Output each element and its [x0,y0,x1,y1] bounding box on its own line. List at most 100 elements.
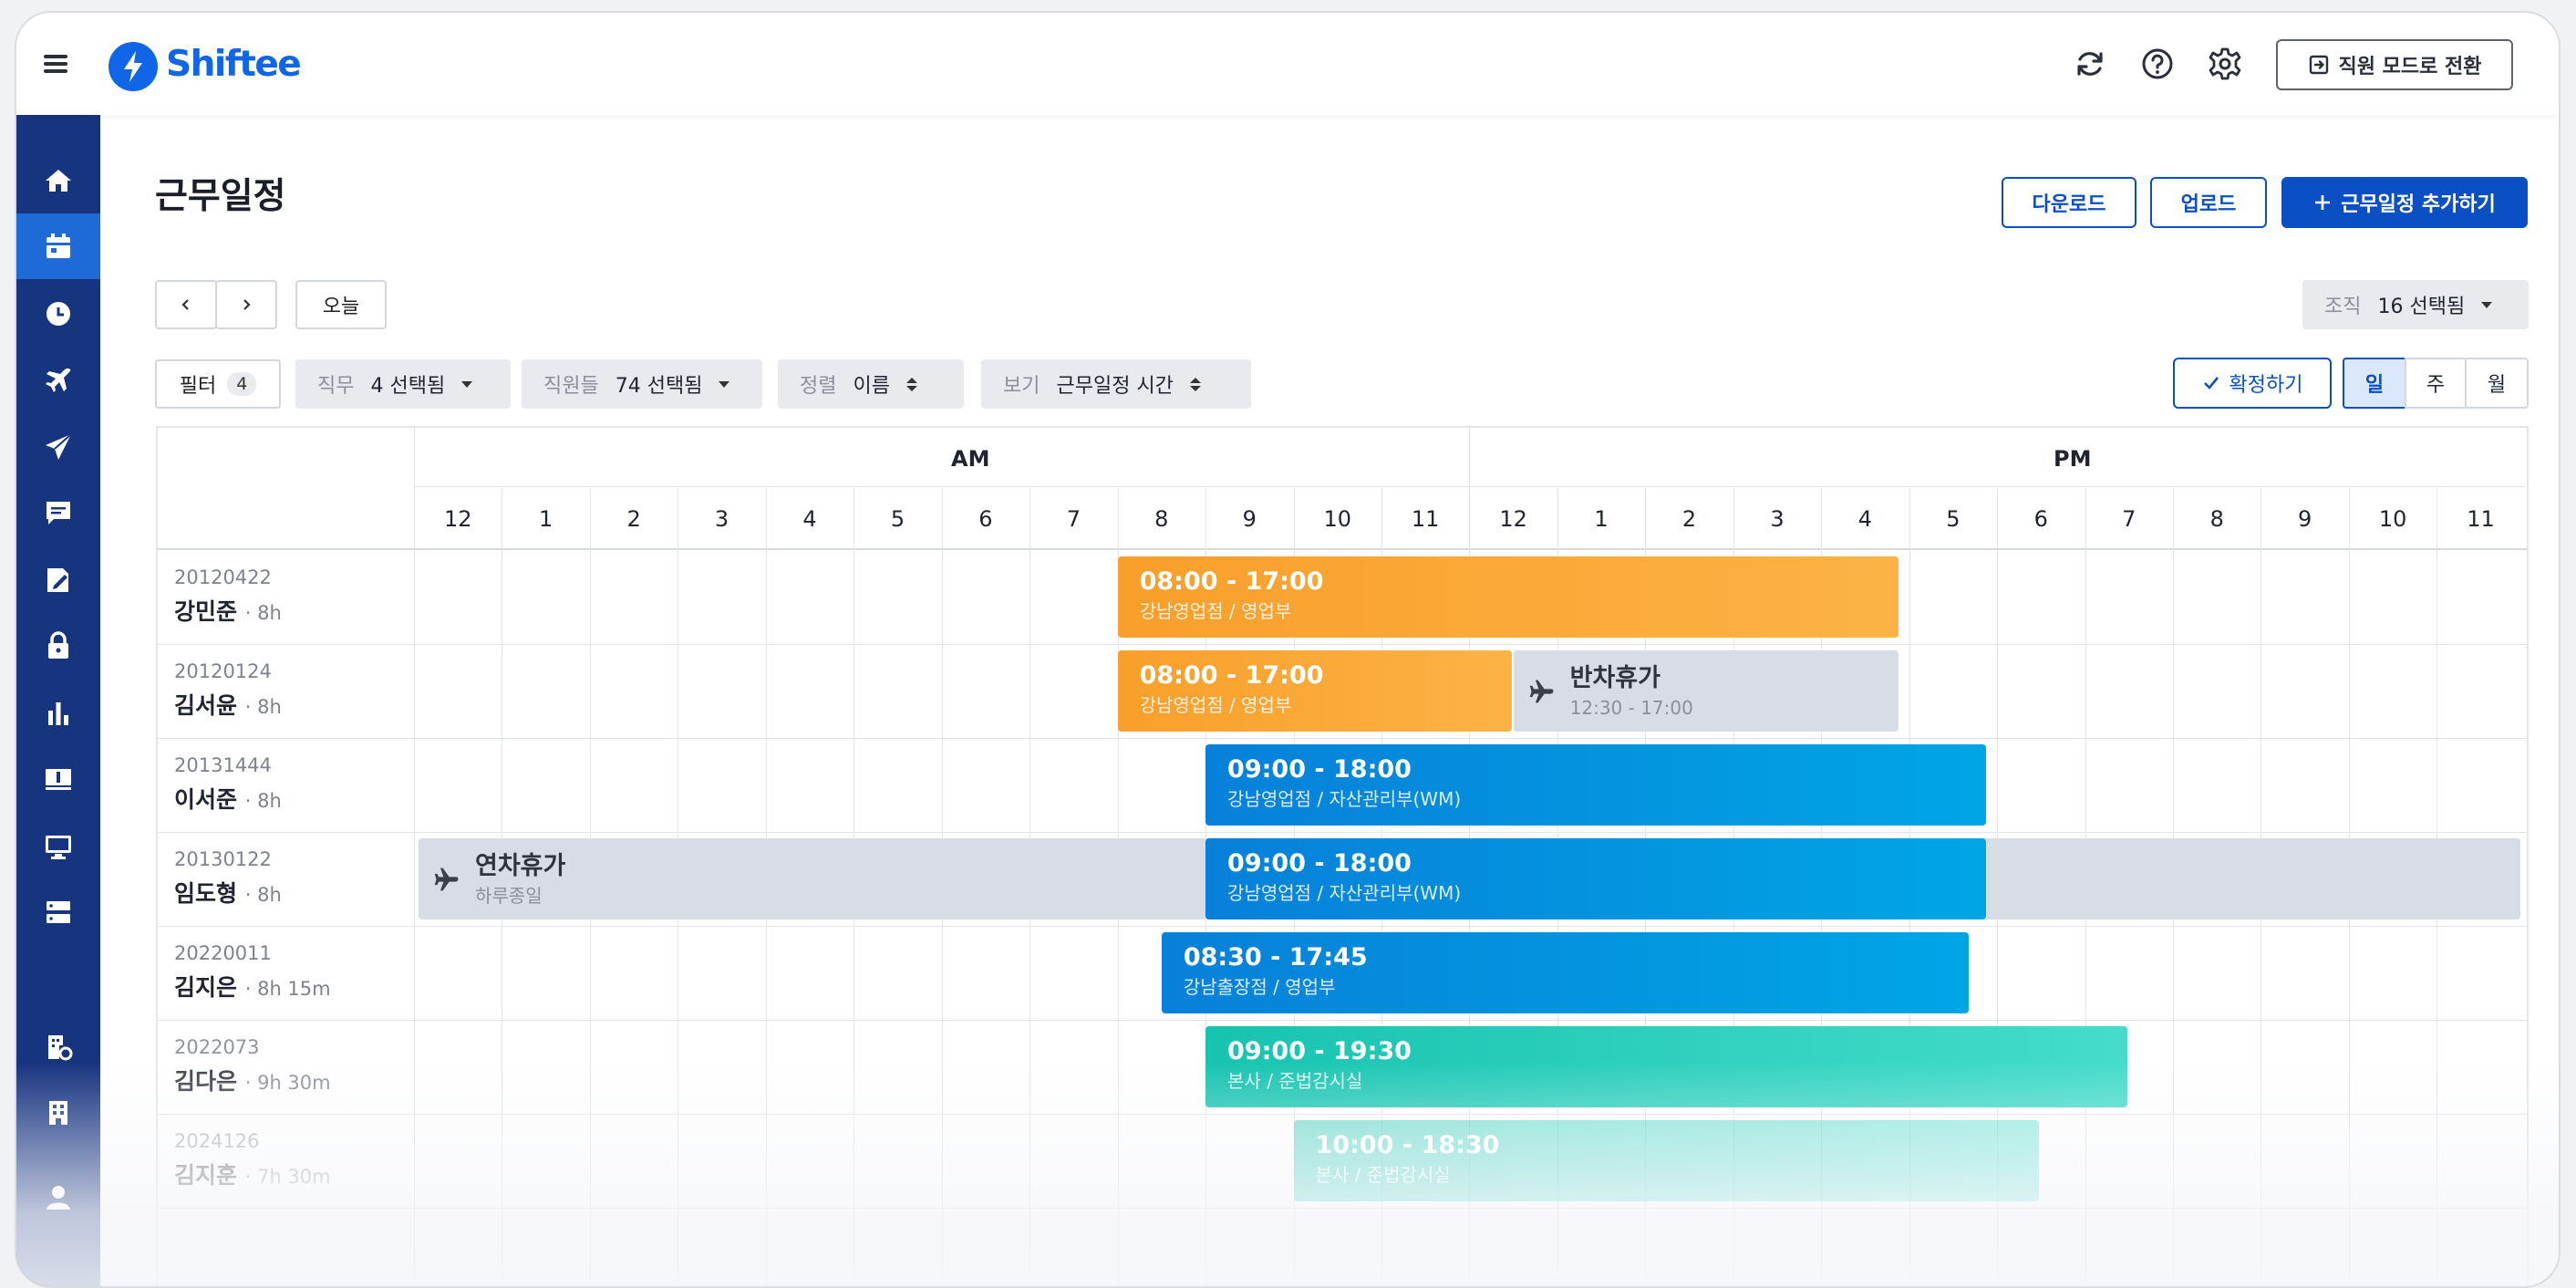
top-bar: Shiftee 직원 모드로 전환 [16,13,2559,115]
shift-place: 본사 / 준법감시실 [1227,1070,1363,1092]
shift-time: 09:00 - 18:00 [1227,849,1412,878]
employee-row-label[interactable]: 20120422 강민준 · 8h [174,566,282,627]
employee-hours: · 9h 30m [244,1072,331,1094]
employee-hours: · 8h [244,884,282,906]
sort-selector[interactable]: 정렬 이름 [778,359,964,409]
nav-schedule[interactable] [16,213,100,279]
nav-security[interactable] [16,613,100,679]
nav-profile[interactable] [16,1164,100,1230]
caret-down-icon [461,380,473,388]
nav-leave[interactable] [16,347,100,412]
main-content: 근무일정 다운로드 업로드 근무일정 추가하기 오늘 조직 16 선택됨 필터 … [100,115,2559,1286]
side-nav [16,115,100,1286]
row-gridline [158,1208,2527,1209]
hour-label: 7 [2122,506,2136,532]
shift-text: 10:00 - 18:30 본사 / 준법감시실 [1316,1131,2018,1186]
shift-block[interactable]: 08:30 - 17:45 강남출장점 / 영업부 [1161,932,1970,1013]
shift-place: 강남출장점 / 영업부 [1183,976,1336,998]
shift-block[interactable]: 10:00 - 18:30 본사 / 준법감시실 [1293,1120,2040,1201]
shift-text: 09:00 - 19:30 본사 / 준법감시실 [1227,1037,2105,1092]
help-icon[interactable] [2139,46,2176,82]
am-label: AM [951,446,990,472]
shift-text: 08:00 - 17:00 강남영업점 / 영업부 [1140,661,1490,716]
employee-id: 2024126 [174,1130,260,1152]
hour-label: 3 [714,506,729,532]
job-filter[interactable]: 직무 4 선택됨 [295,359,511,409]
nav-payroll[interactable] [16,746,100,812]
next-day-button[interactable] [215,280,277,329]
nav-organization[interactable] [16,1080,100,1146]
nav-attendance[interactable] [16,281,100,347]
shift-block[interactable]: 08:00 - 17:00 강남영업점 / 영업부 [1117,556,1898,638]
shift-block[interactable]: 08:00 - 17:00 강남영업점 / 영업부 [1117,650,1512,732]
nav-requests[interactable] [16,414,100,480]
employee-name-line: 임도형 · 8h [174,876,282,909]
row-gridline [158,926,2527,927]
nav-statistics[interactable] [16,680,100,746]
prev-day-button[interactable] [155,280,217,329]
hour-label: 2 [1681,506,1697,532]
shift-place: 강남영업점 / 영업부 [1139,694,1292,716]
nav-messages[interactable] [16,480,100,545]
calendar-icon [47,234,70,258]
employee-name-line: 김지훈 · 7h 30m [174,1158,331,1190]
hour-label: 9 [2298,506,2312,532]
shift-block[interactable]: 09:00 - 18:00 강남영업점 / 자산관리부(WM) [1205,744,1987,826]
hour-label: 5 [1946,506,1960,532]
view-mode-month[interactable]: 월 [2465,358,2529,409]
employee-id: 20130122 [174,848,272,870]
leave-block[interactable]: 반차휴가 12:30 - 17:00 [1513,650,1898,732]
caret-down-icon [2481,301,2493,308]
add-schedule-button[interactable]: 근무일정 추가하기 [2281,177,2528,228]
view-mode-week[interactable]: 주 [2405,358,2467,409]
hour-label: 7 [1066,506,1081,532]
chevron-left-icon [181,299,189,310]
filter-button[interactable]: 필터 4 [155,359,281,409]
airplane-icon [434,867,459,890]
confirm-button[interactable]: 확정하기 [2173,358,2332,409]
nav-company-settings[interactable] [16,1014,100,1080]
nav-devices[interactable] [16,814,100,879]
staff-filter[interactable]: 직원들 74 선택됨 [522,359,762,409]
employee-name-line: 강민준 · 8h [174,594,282,627]
organization-filter[interactable]: 조직 16 선택됨 [2302,280,2529,329]
upload-button[interactable]: 업로드 [2150,177,2267,228]
employee-id: 20220011 [174,942,272,964]
hour-label: 2 [626,506,641,532]
shift-place: 12:30 - 17:00 [1569,696,1693,719]
download-button[interactable]: 다운로드 [2002,177,2136,228]
hour-label: 12 [1499,506,1527,532]
employee-row-label[interactable]: 2024126 김지훈 · 7h 30m [174,1130,331,1190]
add-schedule-label: 근무일정 추가하기 [2341,193,2496,216]
menu-icon[interactable] [44,55,67,73]
row-gridline [158,644,2527,645]
message-icon [47,502,70,525]
today-button[interactable]: 오늘 [295,280,387,329]
header-bottom-line [158,548,2527,550]
schedule-grid: AM PM 12 1 2 3 4 5 6 7 8 9 10 11 12 1 2 3 4 5 6 7 8 9 10 11 201… [156,426,2529,1286]
employee-row-label[interactable]: 20220011 김지은 · 8h 15m [174,942,331,1002]
hour-label: 11 [2467,506,2495,532]
nav-reports[interactable] [16,547,100,613]
hour-label: 8 [1154,506,1169,532]
shift-block[interactable]: 09:00 - 18:00 강남영업점 / 자산관리부(WM) [1205,838,1987,919]
home-icon [46,170,71,192]
view-selector[interactable]: 보기 근무일정 시간 [981,359,1251,409]
lock-icon [48,631,68,659]
shift-block[interactable]: 09:00 - 19:30 본사 / 준법감시실 [1205,1026,2127,1107]
refresh-icon[interactable] [2072,46,2108,82]
clock-icon [47,302,70,326]
hour-label: 3 [1770,506,1785,532]
hour-label: 1 [539,506,553,532]
switch-to-employee-mode-button[interactable]: 직원 모드로 전환 [2276,39,2513,90]
employee-row-label[interactable]: 2022073 김다은 · 9h 30m [174,1036,331,1096]
nav-server[interactable] [16,879,100,945]
settings-gear-icon[interactable] [2207,46,2243,82]
employee-hours: · 8h 15m [244,978,331,1000]
employee-row-label[interactable]: 20131444 이서준 · 8h [174,754,282,815]
employee-row-label[interactable]: 20120124 김서윤 · 8h [174,660,282,721]
employee-row-label[interactable]: 20130122 임도형 · 8h [174,848,282,909]
nav-home[interactable] [16,148,100,213]
view-mode-day[interactable]: 일 [2343,358,2406,409]
pm-label: PM [2054,446,2092,472]
